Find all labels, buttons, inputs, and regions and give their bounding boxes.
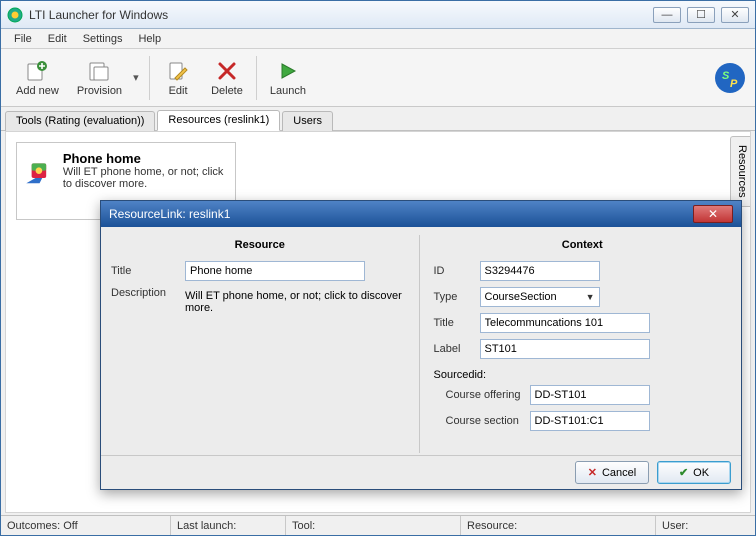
resource-heading: Resource [111, 235, 409, 261]
ok-icon: ✔ [679, 466, 688, 479]
resource-title-input[interactable] [185, 261, 365, 281]
course-offering-input[interactable] [530, 385, 650, 405]
toolbar-separator-2 [256, 56, 257, 100]
resource-link-dialog: ResourceLink: reslink1 ✕ Resource Title … [100, 200, 742, 490]
delete-icon [215, 59, 239, 83]
tab-tools[interactable]: Tools (Rating (evaluation)) [5, 111, 155, 131]
ok-button[interactable]: ✔ OK [657, 461, 731, 484]
context-type-value: CourseSection [485, 291, 582, 303]
menubar: File Edit Settings Help [1, 29, 755, 49]
label-label: Label [434, 343, 480, 355]
close-button[interactable]: ✕ [721, 7, 749, 23]
dialog-title: ResourceLink: reslink1 [109, 207, 693, 221]
dialog-titlebar: ResourceLink: reslink1 ✕ [101, 201, 741, 227]
label-course-section: Course section [434, 415, 530, 427]
toolbar-separator [149, 56, 150, 100]
chevron-down-icon: ▼ [582, 292, 595, 302]
label-title: Title [111, 265, 185, 277]
status-resource: Resource: [461, 516, 656, 535]
add-new-button[interactable]: Add new [7, 55, 68, 100]
card-description: Will ET phone home, or not; click to dis… [63, 166, 227, 190]
label-ctx-title: Title [434, 317, 480, 329]
tabstrip: Tools (Rating (evaluation)) Resources (r… [1, 107, 755, 131]
provision-dropdown[interactable]: ▾ [131, 71, 145, 84]
svg-text:P: P [730, 78, 738, 90]
menu-settings[interactable]: Settings [76, 31, 130, 47]
context-type-combo[interactable]: CourseSection ▼ [480, 287, 600, 307]
provision-button[interactable]: Provision [68, 55, 131, 100]
cancel-icon: ✕ [588, 466, 597, 479]
label-course-offering: Course offering [434, 389, 530, 401]
add-icon [25, 59, 49, 83]
brand-logo: SP [715, 63, 745, 93]
label-description: Description [111, 287, 185, 299]
resource-pane: Resource Title Description Will ET phone… [111, 235, 420, 453]
status-last-launch: Last launch: [171, 516, 286, 535]
label-id: ID [434, 265, 480, 277]
menu-edit[interactable]: Edit [41, 31, 74, 47]
maximize-button[interactable]: ☐ [687, 7, 715, 23]
cancel-label: Cancel [602, 467, 636, 479]
context-id-input[interactable] [480, 261, 600, 281]
context-heading: Context [434, 235, 732, 261]
menu-help[interactable]: Help [131, 31, 168, 47]
edit-button[interactable]: Edit [154, 55, 202, 100]
toolbar: Add new Provision ▾ Edit Delete [1, 49, 755, 107]
provision-icon [87, 59, 111, 83]
delete-button[interactable]: Delete [202, 55, 252, 100]
tab-resources[interactable]: Resources (reslink1) [157, 110, 280, 131]
tab-users[interactable]: Users [282, 111, 333, 131]
statusbar: Outcomes: Off Last launch: Tool: Resourc… [1, 515, 755, 535]
app-icon [7, 7, 23, 23]
titlebar: LTI Launcher for Windows — ☐ ✕ [1, 1, 755, 29]
side-tab-resources[interactable]: Resources [730, 136, 750, 207]
menu-file[interactable]: File [7, 31, 39, 47]
resource-description: Will ET phone home, or not; click to dis… [185, 287, 409, 314]
provision-label: Provision [77, 85, 122, 97]
svg-text:S: S [722, 70, 730, 82]
status-tool: Tool: [286, 516, 461, 535]
launch-label: Launch [270, 85, 306, 97]
context-label-input[interactable] [480, 339, 650, 359]
cancel-button[interactable]: ✕ Cancel [575, 461, 649, 484]
status-user: User: [656, 516, 755, 535]
context-pane: Context ID Type CourseSection ▼ Title La… [420, 235, 732, 453]
ok-label: OK [693, 467, 709, 479]
minimize-button[interactable]: — [653, 7, 681, 23]
edit-label: Edit [169, 85, 188, 97]
context-title-input[interactable] [480, 313, 650, 333]
status-outcomes: Outcomes: Off [1, 516, 171, 535]
launch-icon [276, 59, 300, 83]
card-title: Phone home [63, 151, 227, 166]
edit-icon [166, 59, 190, 83]
window-title: LTI Launcher for Windows [29, 8, 653, 22]
course-section-input[interactable] [530, 411, 650, 431]
delete-label: Delete [211, 85, 243, 97]
dialog-button-bar: ✕ Cancel ✔ OK [101, 455, 741, 489]
label-sourcedid: Sourcedid: [434, 369, 732, 381]
package-icon [25, 151, 53, 193]
label-type: Type [434, 291, 480, 303]
add-new-label: Add new [16, 85, 59, 97]
launch-button[interactable]: Launch [261, 55, 315, 100]
dialog-close-button[interactable]: ✕ [693, 205, 733, 223]
